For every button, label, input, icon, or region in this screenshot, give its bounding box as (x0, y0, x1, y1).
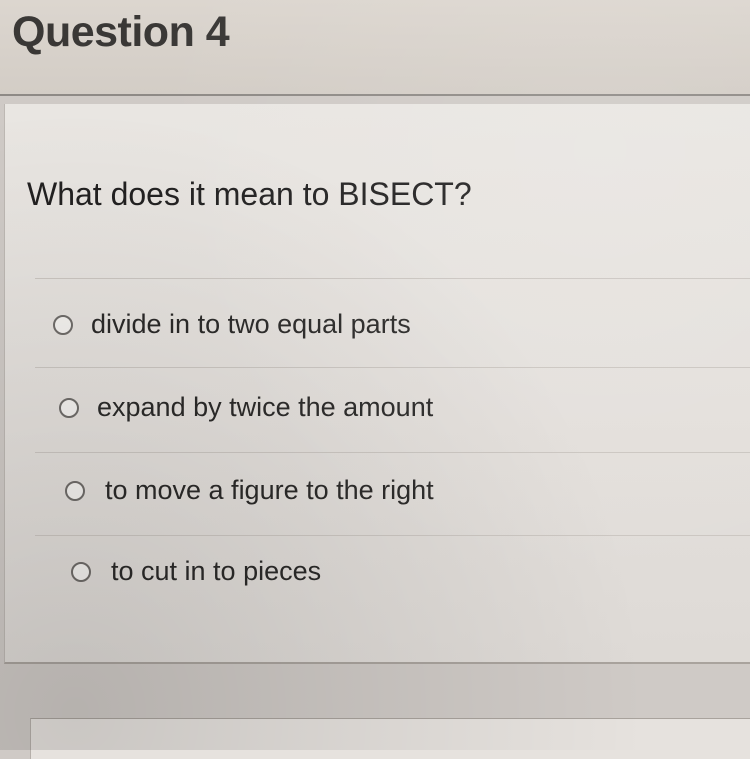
question-header: Question 4 (0, 0, 750, 96)
answer-option-4[interactable]: to cut in to pieces (35, 536, 750, 622)
radio-unselected-icon[interactable] (71, 562, 91, 582)
answer-label[interactable]: divide in to two equal parts (91, 309, 411, 340)
answer-label[interactable]: to move a figure to the right (105, 475, 434, 506)
answer-option-2[interactable]: expand by twice the amount (35, 368, 750, 453)
answer-option-1[interactable]: divide in to two equal parts (35, 279, 750, 368)
answer-options: divide in to two equal parts expand by t… (35, 278, 750, 622)
radio-unselected-icon[interactable] (59, 398, 79, 418)
question-title: Question 4 (12, 8, 230, 56)
question-prompt: What does it mean to BISECT? (27, 176, 472, 212)
radio-unselected-icon[interactable] (53, 315, 73, 335)
question-card: What does it mean to BISECT? divide in t… (4, 104, 750, 664)
answer-option-3[interactable]: to move a figure to the right (35, 453, 750, 536)
answer-label[interactable]: expand by twice the amount (97, 392, 433, 423)
radio-unselected-icon[interactable] (65, 481, 85, 501)
answer-label[interactable]: to cut in to pieces (111, 556, 321, 587)
next-question-panel (30, 718, 750, 759)
